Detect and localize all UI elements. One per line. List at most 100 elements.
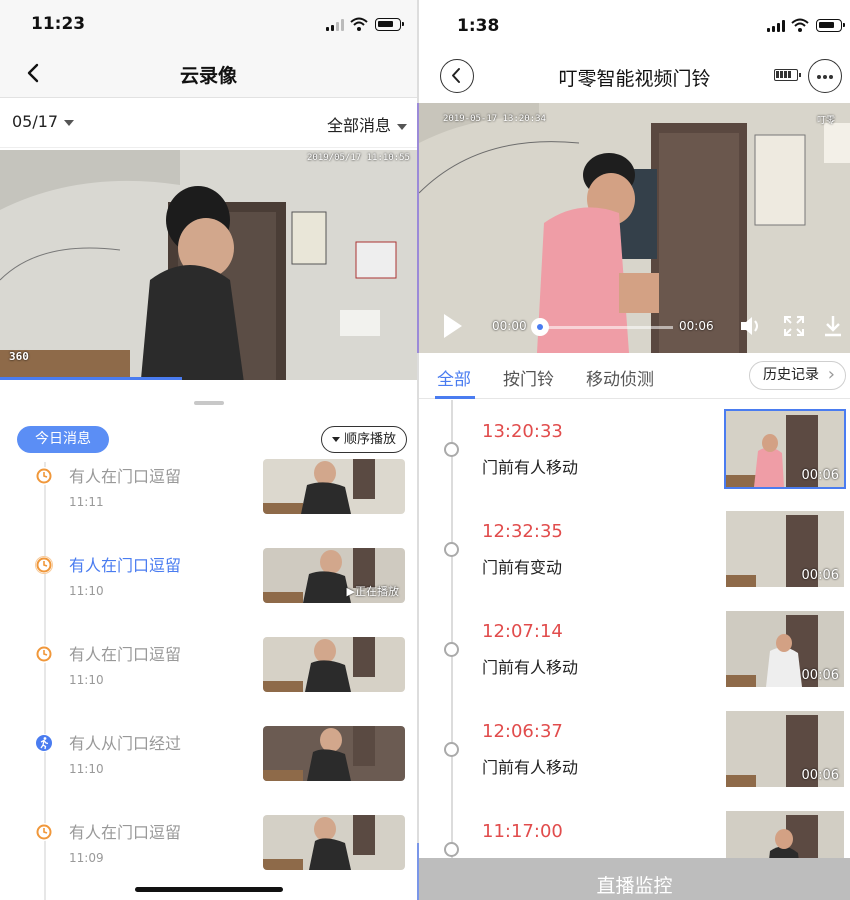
tab-all[interactable]: 全部	[437, 365, 471, 390]
nav-bar: 叮零智能视频门铃	[419, 50, 850, 103]
event-time: 11:10	[69, 673, 104, 687]
video-progress-bar[interactable]	[0, 377, 182, 380]
clock-icon	[35, 823, 53, 841]
event-item[interactable]: 有人从门口经过 11:10	[0, 726, 417, 815]
event-thumbnail[interactable]: 00:06	[726, 511, 844, 587]
play-icon[interactable]	[443, 313, 463, 339]
event-thumbnail[interactable]: 00:06	[726, 711, 844, 787]
seek-bar[interactable]	[540, 326, 673, 329]
sequential-play-label: 顺序播放	[343, 432, 396, 447]
tab-motion-detection[interactable]: 移动侦测	[586, 365, 654, 390]
event-title: 有人在门口逗留	[69, 645, 182, 664]
active-tab-indicator	[435, 396, 475, 399]
video-logo: 360	[9, 350, 29, 363]
live-monitor-button[interactable]: 直播监控	[419, 858, 850, 900]
volume-icon[interactable]	[739, 315, 763, 337]
recording-video-player[interactable]: 2019/05/17 11:10:55 360	[0, 150, 417, 380]
battery-icon	[816, 19, 845, 32]
video-watermark: 叮零	[817, 116, 836, 126]
filter-bar: 05/17 全部消息	[0, 98, 417, 148]
dropdown-triangle-icon	[397, 123, 407, 130]
event-thumbnail[interactable]	[263, 459, 405, 514]
event-thumbnail[interactable]: 00:06	[726, 611, 844, 687]
clip-duration: 00:06	[801, 568, 839, 583]
event-item[interactable]: 有人在门口逗留 11:10 ▶正在播放	[0, 548, 417, 637]
event-title: 有人从门口经过	[69, 734, 182, 753]
event-title: 有人在门口逗留	[69, 823, 182, 842]
clock-icon	[35, 467, 53, 485]
current-time: 00:00	[492, 319, 527, 333]
duration-time: 00:06	[679, 319, 714, 333]
tab-doorbell[interactable]: 按门铃	[503, 365, 554, 390]
event-thumbnail[interactable]: 00:06	[724, 409, 846, 489]
battery-icon	[375, 18, 404, 31]
event-time: 11:10	[69, 762, 104, 776]
page-title: 云录像	[179, 65, 237, 87]
event-time: 11:17:00	[482, 821, 563, 842]
message-filter-selector[interactable]: 全部消息	[327, 112, 407, 136]
event-thumbnail[interactable]	[263, 726, 405, 781]
walking-person-icon	[35, 734, 53, 752]
today-messages-badge[interactable]: 今日消息	[17, 426, 109, 453]
now-playing-label: ▶正在播放	[346, 585, 399, 598]
event-description: 门前有人移动	[482, 658, 579, 677]
more-button[interactable]	[808, 59, 842, 93]
wifi-icon	[350, 17, 368, 31]
date-value: 05/17	[12, 112, 59, 131]
event-tabs: 全部 按门铃 移动侦测 历史记录	[419, 353, 850, 399]
event-description: 门前有变动	[482, 558, 563, 577]
download-icon[interactable]	[823, 314, 843, 338]
event-title: 有人在门口逗留	[69, 467, 182, 486]
timeline-node-icon	[444, 842, 459, 857]
cellular-signal-icon	[767, 20, 785, 32]
timeline-node-icon	[444, 742, 459, 757]
event-time: 11:11	[69, 495, 104, 509]
drag-handle[interactable]	[194, 401, 224, 405]
status-time: 11:23	[31, 14, 86, 34]
event-item[interactable]: 有人在门口逗留 11:11	[0, 459, 417, 548]
video-timestamp: 2019/05/17 11:10:55	[307, 153, 410, 163]
cellular-signal-icon	[326, 19, 344, 31]
event-time: 12:32:35	[482, 521, 563, 542]
event-item[interactable]: 有人在门口逗留 11:10	[0, 637, 417, 726]
right-phone-screen: 1:38 叮零智能视频门铃 2019-05-17 13:20:34 叮零 00:…	[419, 0, 850, 900]
event-time: 13:20:33	[482, 421, 563, 442]
event-item[interactable]: 12:06:37 门前有人移动 00:06	[419, 700, 850, 800]
event-description: 门前有人移动	[482, 758, 579, 777]
event-time: 12:06:37	[482, 721, 563, 742]
video-frame	[0, 150, 417, 380]
event-thumbnail[interactable]: ▶正在播放	[263, 548, 405, 603]
timeline-node-icon	[444, 542, 459, 557]
history-button[interactable]: 历史记录	[749, 361, 846, 390]
event-item[interactable]: 12:07:14 门前有人移动 00:06	[419, 600, 850, 700]
status-time: 1:38	[457, 16, 500, 36]
clip-duration: 00:06	[801, 468, 839, 483]
clock-icon	[35, 645, 53, 663]
clip-duration: 00:06	[801, 768, 839, 783]
nav-bar: 云录像	[0, 50, 417, 98]
fullscreen-icon[interactable]	[783, 315, 805, 337]
home-indicator	[135, 887, 283, 892]
clip-duration: 00:06	[801, 668, 839, 683]
timeline-node-icon	[444, 442, 459, 457]
timeline-node-icon	[444, 642, 459, 657]
event-time: 11:10	[69, 584, 104, 598]
wifi-icon	[791, 18, 809, 32]
status-bar: 11:23	[0, 0, 417, 50]
sequential-play-button[interactable]: 顺序播放	[320, 426, 407, 453]
event-thumbnail[interactable]	[263, 815, 405, 870]
event-time: 11:09	[69, 851, 104, 865]
event-item[interactable]: 13:20:33 门前有人移动 00:06	[419, 400, 850, 500]
status-bar: 1:38	[419, 0, 850, 50]
device-battery-icon	[774, 69, 801, 81]
play-order-triangle-icon	[331, 437, 340, 442]
date-selector[interactable]: 05/17	[12, 112, 75, 131]
event-thumbnail[interactable]	[263, 637, 405, 692]
event-description: 门前有人移动	[482, 458, 579, 477]
left-phone-screen: 11:23 云录像 05/17 全部消息 2019/05/17 11:10:55…	[0, 0, 417, 900]
event-time: 12:07:14	[482, 621, 563, 642]
event-title: 有人在门口逗留	[69, 556, 182, 575]
event-item[interactable]: 12:32:35 门前有变动 00:06	[419, 500, 850, 600]
seek-handle[interactable]	[531, 318, 549, 336]
video-timestamp: 2019-05-17 13:20:34	[443, 114, 546, 124]
